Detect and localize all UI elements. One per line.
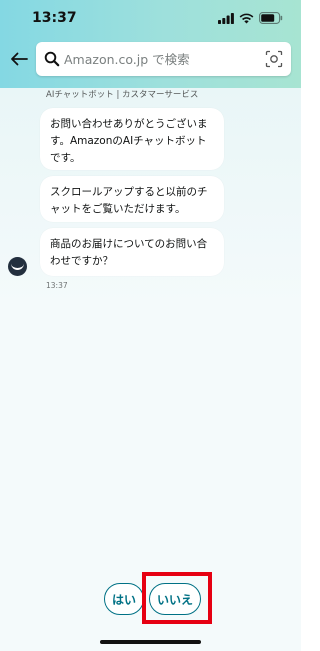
search-icon xyxy=(44,51,60,67)
chat-screen: 13:37 Amazon.co.jp で検索 AIチャットボット | カスタマー… xyxy=(0,0,301,651)
search-header xyxy=(0,40,301,80)
search-input[interactable] xyxy=(64,42,254,76)
battery-icon xyxy=(259,12,283,24)
bot-message: スクロールアップすると以前のチャットをご覧いただけます。 xyxy=(40,176,224,222)
status-icons xyxy=(218,12,283,24)
chat-title: AIチャットボット | カスタマーサービス xyxy=(46,90,199,100)
status-bar: 13:37 xyxy=(0,0,301,36)
message-timestamp: 13:37 xyxy=(46,281,68,290)
back-button[interactable] xyxy=(8,48,30,70)
search-box[interactable] xyxy=(36,42,291,76)
back-arrow-icon xyxy=(11,52,28,66)
signal-icon xyxy=(218,12,234,24)
bot-message: お問い合わせありがとうございます。AmazonのAIチャットボットです。 xyxy=(40,108,224,170)
yes-reply-button[interactable]: はい xyxy=(104,583,144,615)
status-time: 13:37 xyxy=(32,10,77,26)
bot-message: 商品のお届けについてのお問い合わせですか？ xyxy=(40,228,224,276)
home-indicator xyxy=(100,640,201,644)
amazon-bot-avatar-icon xyxy=(8,257,27,276)
wifi-icon xyxy=(239,13,254,23)
highlight-frame xyxy=(142,572,212,624)
camera-icon[interactable] xyxy=(265,50,283,68)
